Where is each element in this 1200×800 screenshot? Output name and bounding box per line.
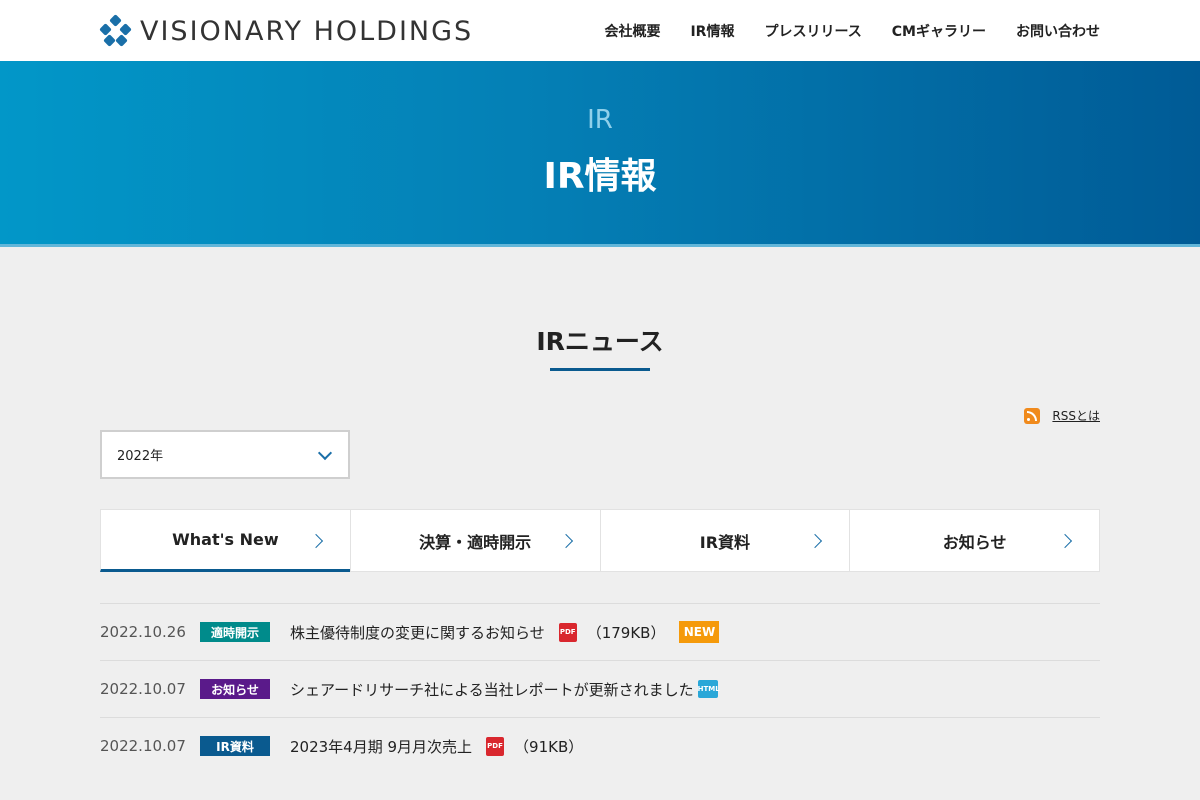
main-nav: 会社概要 IR情報 プレスリリース CMギャラリー お問い合わせ — [574, 0, 1100, 61]
news-tabs: What's New 決算・適時開示 IR資料 お知らせ — [100, 509, 1100, 572]
tab-ir-materials[interactable]: IR資料 — [599, 509, 851, 572]
chevron-down-icon — [317, 445, 333, 461]
list-item[interactable]: 2022.10.07 IR資料 2023年4月期 9月月次売上 PDF （91K… — [100, 717, 1100, 774]
file-size: （91KB） — [514, 737, 584, 756]
nav-press-release[interactable]: プレスリリース — [764, 21, 861, 41]
nav-contact[interactable]: お問い合わせ — [1016, 21, 1100, 41]
tab-notices[interactable]: お知らせ — [849, 509, 1100, 572]
category-badge: IR資料 — [200, 736, 270, 756]
tab-label: What's New — [172, 530, 279, 549]
hero-subtitle: IR — [587, 105, 613, 135]
company-logo[interactable]: VISIONARY HOLDINGS — [99, 14, 474, 48]
pdf-icon: PDF — [486, 736, 505, 756]
section-title-underline — [550, 368, 650, 371]
page-title: IR情報 — [543, 156, 657, 197]
tab-label: 決算・適時開示 — [419, 532, 532, 552]
chevron-right-icon — [308, 533, 323, 549]
tab-label: IR資料 — [699, 532, 751, 552]
section-title: IRニュース — [536, 327, 664, 356]
rss-link[interactable]: RSSとは — [1024, 407, 1100, 424]
tab-label: お知らせ — [942, 532, 1007, 552]
list-item[interactable]: 2022.10.07 お知らせ シェアードリサーチ社による当社レポートが更新され… — [100, 660, 1100, 717]
year-select-value: 2022年 — [117, 449, 164, 464]
chevron-right-icon — [808, 533, 823, 549]
category-badge: お知らせ — [200, 679, 270, 699]
file-size: （179KB） — [586, 623, 666, 642]
pdf-icon: PDF — [558, 622, 577, 642]
news-title-link[interactable]: 株主優待制度の変更に関するお知らせ — [290, 622, 545, 643]
nav-cm-gallery[interactable]: CMギャラリー — [892, 21, 986, 41]
list-item[interactable]: 2022.10.26 適時開示 株主優待制度の変更に関するお知らせ PDF （1… — [100, 603, 1100, 660]
logo-mark-icon — [99, 14, 132, 47]
nav-ir-info[interactable]: IR情報 — [690, 21, 734, 41]
chevron-right-icon — [1057, 533, 1073, 549]
tab-settlement-disclosure[interactable]: 決算・適時開示 — [349, 509, 601, 572]
rss-label[interactable]: RSSとは — [1052, 407, 1100, 424]
news-date: 2022.10.07 — [100, 680, 186, 698]
html-icon: HTML — [697, 680, 720, 698]
logo-text: VISIONARY HOLDINGS — [140, 15, 474, 47]
nav-company-overview[interactable]: 会社概要 — [604, 21, 660, 41]
tab-whats-new[interactable]: What's New — [100, 509, 351, 572]
news-list: 2022.10.26 適時開示 株主優待制度の変更に関するお知らせ PDF （1… — [100, 603, 1100, 774]
rss-icon — [1024, 407, 1041, 424]
news-title-link[interactable]: シェアードリサーチ社による当社レポートが更新されました — [290, 679, 694, 700]
site-header: VISIONARY HOLDINGS 会社概要 IR情報 プレスリリース CMギ… — [0, 0, 1200, 61]
news-title-link[interactable]: 2023年4月期 9月月次売上 — [290, 736, 472, 757]
news-date: 2022.10.26 — [100, 623, 186, 641]
category-badge: 適時開示 — [200, 622, 270, 642]
new-badge: NEW — [679, 621, 720, 643]
news-date: 2022.10.07 — [100, 737, 186, 755]
hero-banner: IR IR情報 — [0, 61, 1200, 247]
year-select[interactable]: 2022年 — [100, 430, 350, 479]
chevron-right-icon — [558, 533, 573, 549]
